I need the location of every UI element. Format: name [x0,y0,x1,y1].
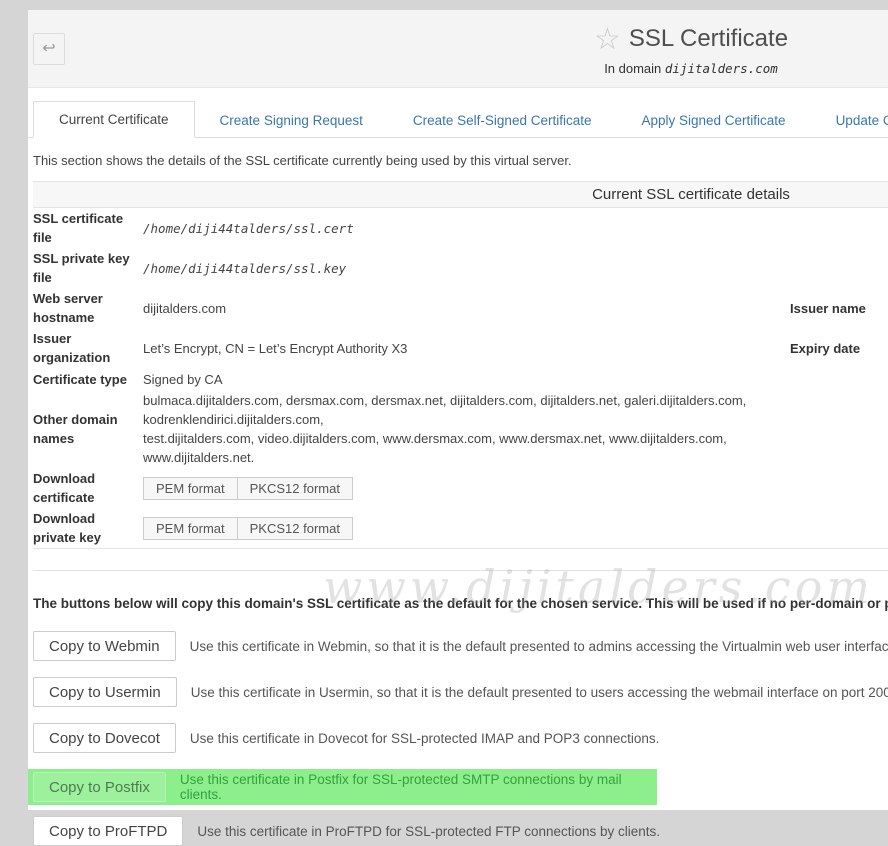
row-value: /home/diji44talders/ssl.key [143,259,790,278]
table-row: Certificate typeSigned by CA [33,368,888,390]
domain-list-line: bulmaca.dijitalders.com, dersmax.com, de… [143,391,790,429]
row-label-secondary: Issuer name [790,299,888,318]
service-row-copy-to-dovecot: Copy to Dovecot Use this certificate in D… [33,723,888,753]
tab-apply-signed-certificate[interactable]: Apply Signed Certificate [616,103,810,138]
table-row: Web server hostnamedijitalders.comIssuer… [33,288,888,328]
download-button-group: PEM formatPKCS12 format [143,477,353,500]
service-row-copy-to-webmin: Copy to Webmin Use this certificate in We… [33,631,888,661]
tab-bar: Current CertificateCreate Signing Reques… [28,101,888,138]
tab-create-signing-request[interactable]: Create Signing Request [195,103,388,138]
copy-to-usermin-button[interactable]: Copy to Usermin [33,677,177,707]
service-row-copy-to-proftpd: Copy to ProFTPDUse this certificate in P… [33,816,888,846]
download-button-group: PEM formatPKCS12 format [143,517,353,540]
row-label: Download private key [33,509,143,547]
domain-name: dijitalders.com [665,61,778,76]
table-row: SSL certificate file/home/diji44talders/… [33,208,888,248]
file-path: /home/diji44talders/ssl.key [143,261,346,276]
table-row: Issuer organizationLet’s Encrypt, CN = L… [33,328,888,368]
row-label: Other domain names [33,410,143,448]
copy-to-proftpd-button[interactable]: Copy to ProFTPD [33,816,183,846]
row-label: SSL certificate file [33,209,143,247]
pem-format-button[interactable]: PEM format [143,517,238,540]
row-label: Issuer organization [33,329,143,367]
row-value: Let’s Encrypt, CN = Let’s Encrypt Author… [143,339,790,358]
row-label: SSL private key file [33,249,143,287]
table-row: Download private keyPEM formatPKCS12 for… [33,508,888,548]
service-description: Use this certificate in Dovecot for SSL-… [190,731,659,746]
pkcs12-format-button[interactable]: PKCS12 format [238,517,353,540]
row-label: Certificate type [33,370,143,389]
copy-section-heading: The buttons below will copy this domain'… [33,595,888,612]
copy-to-webmin-button[interactable]: Copy to Webmin [33,631,176,661]
star-icon[interactable]: ☆ [594,23,621,56]
certificate-details-table: Current SSL certificate details SSL cert… [33,181,888,549]
row-value: Signed by CA [143,370,790,389]
content-panel: ↩ ☆SSL Certificate In domain dijitalders… [28,10,888,810]
row-value: bulmaca.dijitalders.com, dersmax.com, de… [143,391,790,467]
section-divider [33,570,888,571]
title-block: ☆ SSL Certificate In domain dijitalders.c… [28,22,888,76]
copy-to-dovecot-button[interactable]: Copy to Dovecot [33,723,176,753]
page-subtitle: In domain dijitalders.com [28,61,888,76]
tab-current-certificate[interactable]: Current Certificate [33,101,195,138]
page-title-line: ☆ SSL Certificate [28,22,888,57]
table-row: SSL private key file/home/diji44talders/… [33,248,888,288]
service-list: Copy to Webmin Use this certificate in We… [28,631,888,846]
row-label: Web server hostname [33,289,143,327]
service-row-copy-to-usermin: Copy to Usermin Use this certificate in U… [33,677,888,707]
service-description: Use this certificate in Usermin, so that… [191,685,888,700]
pkcs12-format-button[interactable]: PKCS12 format [238,477,353,500]
service-description: Use this certificate in Postfix for SSL-… [180,772,657,802]
subtitle-prefix: In domain [604,61,661,76]
row-label-secondary: Expiry date [790,339,888,358]
row-label: Download certificate [33,469,143,507]
tab-create-self-signed-certificate[interactable]: Create Self-Signed Certificate [388,103,617,138]
page-header: ↩ ☆SSL Certificate In domain dijitalders… [28,10,888,88]
intro-text: This section shows the details of the SS… [33,153,888,168]
row-value: /home/diji44talders/ssl.cert [143,219,790,238]
service-description: Use this certificate in Webmin, so that … [190,639,888,654]
file-path: /home/diji44talders/ssl.cert [143,221,354,236]
row-value: dijitalders.com [143,299,790,318]
pem-format-button[interactable]: PEM format [143,477,238,500]
table-row: Download certificatePEM formatPKCS12 for… [33,468,888,508]
row-value: PEM formatPKCS12 format [143,477,790,500]
page-title: SSL Certificate [629,25,788,52]
tab-update-certificate-and-key[interactable]: Update Certificate and Key [811,103,888,138]
table-row: Other domain namesbulmaca.dijitalders.co… [33,390,888,468]
table-title: Current SSL certificate details [33,181,888,208]
service-row-copy-to-postfix: Copy to Postfix Use this certificate in P… [28,769,657,805]
copy-to-postfix-button[interactable]: Copy to Postfix [33,772,166,802]
domain-list-line: test.dijitalders.com, video.dijitalders.… [143,429,790,467]
row-value: PEM formatPKCS12 format [143,517,790,540]
